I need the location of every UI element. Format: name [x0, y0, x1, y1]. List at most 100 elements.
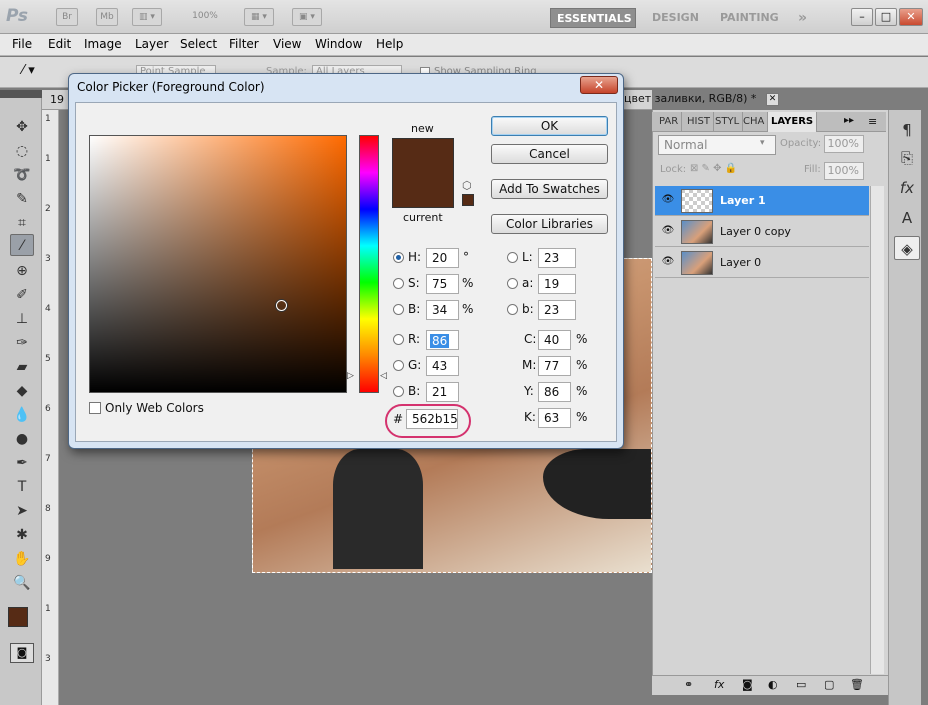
lab-b-field[interactable]: 23: [538, 300, 576, 320]
layer-row[interactable]: 👁 Layer 1: [655, 186, 869, 216]
radio-s[interactable]: [393, 278, 404, 289]
bridge-button[interactable]: Br: [56, 8, 78, 26]
cube-icon[interactable]: ⬡: [462, 179, 474, 192]
radio-a[interactable]: [507, 278, 518, 289]
workspace-painting[interactable]: PAINTING: [714, 8, 785, 28]
b-field[interactable]: 34: [426, 300, 459, 320]
tab-histogram[interactable]: HIST: [684, 112, 714, 132]
out-of-gamut-swatch[interactable]: [462, 194, 474, 206]
layers-icon[interactable]: ◈: [894, 236, 920, 260]
minimize-button[interactable]: –: [851, 8, 873, 26]
radio-r[interactable]: [393, 334, 404, 345]
more-workspaces-button[interactable]: »: [792, 8, 813, 28]
add-mask-icon[interactable]: ◙: [742, 678, 753, 691]
layer-row[interactable]: 👁 Layer 0: [655, 248, 869, 278]
hue-arrow-left-icon[interactable]: ▷: [347, 371, 354, 381]
crop-tool-icon[interactable]: ⌗: [10, 212, 34, 234]
color-marker[interactable]: [276, 300, 287, 311]
eyedropper-preset-icon[interactable]: ⁄ ▾: [22, 63, 52, 83]
g-field[interactable]: 43: [426, 356, 459, 376]
menu-filter[interactable]: Filter: [229, 37, 259, 51]
new-layer-icon[interactable]: ▢: [824, 678, 834, 691]
new-group-icon[interactable]: ▭: [796, 678, 806, 691]
radio-h[interactable]: [393, 252, 404, 263]
menu-edit[interactable]: Edit: [48, 37, 71, 51]
hue-slider[interactable]: [359, 135, 379, 393]
quick-mask-icon[interactable]: ◙: [10, 643, 34, 663]
tab-layers[interactable]: LAYERS: [768, 112, 818, 132]
workspace-essentials[interactable]: ESSENTIALS: [550, 8, 636, 28]
ok-button[interactable]: OK: [491, 116, 608, 136]
extras-button[interactable]: ▥ ▾: [132, 8, 162, 26]
brush-tool-icon[interactable]: ✐: [10, 284, 34, 306]
panel-collapse-button[interactable]: ▸▸: [844, 115, 854, 126]
hand-tool-icon[interactable]: ✋: [10, 548, 34, 570]
radio-b[interactable]: [393, 304, 404, 315]
color-libraries-button[interactable]: Color Libraries: [491, 214, 608, 234]
eraser-tool-icon[interactable]: ▰: [10, 356, 34, 378]
mini-bridge-button[interactable]: Mb: [96, 8, 118, 26]
c-field[interactable]: 40: [538, 330, 571, 350]
k-field[interactable]: 63: [538, 408, 571, 428]
shape-tool-icon[interactable]: ✱: [10, 524, 34, 546]
link-layers-icon[interactable]: ⚭: [684, 678, 693, 691]
menu-view[interactable]: View: [273, 37, 301, 51]
radio-g[interactable]: [393, 360, 404, 371]
blur-tool-icon[interactable]: 💧: [10, 404, 34, 426]
only-web-colors-checkbox[interactable]: [89, 402, 101, 414]
layers-scrollbar[interactable]: [870, 186, 884, 674]
quick-selection-tool-icon[interactable]: ✎: [10, 188, 34, 210]
fx-icon[interactable]: fx: [894, 176, 920, 200]
hex-field[interactable]: 562b15: [406, 409, 458, 429]
hue-arrow-right-icon[interactable]: ◁: [380, 371, 387, 381]
eye-icon[interactable]: 👁: [661, 256, 675, 268]
path-selection-tool-icon[interactable]: ➤: [10, 500, 34, 522]
menu-layer[interactable]: Layer: [135, 37, 168, 51]
paint-bucket-tool-icon[interactable]: ◆: [10, 380, 34, 402]
current-color-swatch[interactable]: [392, 174, 454, 208]
h-field[interactable]: 20: [426, 248, 459, 268]
s-field[interactable]: 75: [426, 274, 459, 294]
menu-window[interactable]: Window: [315, 37, 362, 51]
foreground-color-swatch[interactable]: [8, 607, 28, 627]
marquee-tool-icon[interactable]: ◌: [10, 140, 34, 162]
layer-row[interactable]: 👁 Layer 0 copy: [655, 217, 869, 247]
arrange-documents-button[interactable]: ▦ ▾: [244, 8, 274, 26]
radio-l[interactable]: [507, 252, 518, 263]
menu-file[interactable]: File: [12, 37, 32, 51]
pen-tool-icon[interactable]: ✒: [10, 452, 34, 474]
trash-icon[interactable]: 🗑: [850, 678, 864, 691]
a-field[interactable]: 19: [538, 274, 576, 294]
maximize-button[interactable]: □: [875, 8, 897, 26]
blend-mode-select[interactable]: Normal: [658, 135, 776, 155]
menu-help[interactable]: Help: [376, 37, 403, 51]
blue-field[interactable]: 21: [426, 382, 459, 402]
eye-icon[interactable]: 👁: [661, 225, 675, 237]
fx-icon[interactable]: fx: [714, 678, 724, 691]
history-brush-tool-icon[interactable]: ✑: [10, 332, 34, 354]
add-to-swatches-button[interactable]: Add To Swatches: [491, 179, 608, 199]
radio-lab-b[interactable]: [507, 304, 518, 315]
zoom-level[interactable]: 100%: [180, 8, 230, 26]
m-field[interactable]: 77: [538, 356, 571, 376]
screen-mode-button[interactable]: ▣ ▾: [292, 8, 322, 26]
close-app-button[interactable]: ✕: [899, 8, 923, 26]
menu-select[interactable]: Select: [180, 37, 217, 51]
saturation-brightness-field[interactable]: [89, 135, 347, 393]
dodge-tool-icon[interactable]: ●: [10, 428, 34, 450]
close-icon[interactable]: ✕: [580, 76, 618, 94]
tab-character[interactable]: CHA: [740, 112, 769, 132]
cancel-button[interactable]: Cancel: [491, 144, 608, 164]
character-icon[interactable]: A: [894, 206, 920, 230]
panel-menu-icon[interactable]: ≡: [868, 115, 877, 128]
opacity-field[interactable]: 100%: [824, 135, 864, 153]
eye-icon[interactable]: 👁: [661, 194, 675, 206]
l-field[interactable]: 23: [538, 248, 576, 268]
fill-field[interactable]: 100%: [824, 162, 864, 180]
menu-image[interactable]: Image: [84, 37, 122, 51]
move-tool-icon[interactable]: ✥: [10, 116, 34, 138]
radio-blue[interactable]: [393, 386, 404, 397]
lock-icons[interactable]: ⊠ ✎ ✥ 🔒: [690, 163, 737, 174]
lasso-tool-icon[interactable]: ➰: [10, 164, 34, 186]
tab-styles[interactable]: STYL: [712, 112, 744, 132]
